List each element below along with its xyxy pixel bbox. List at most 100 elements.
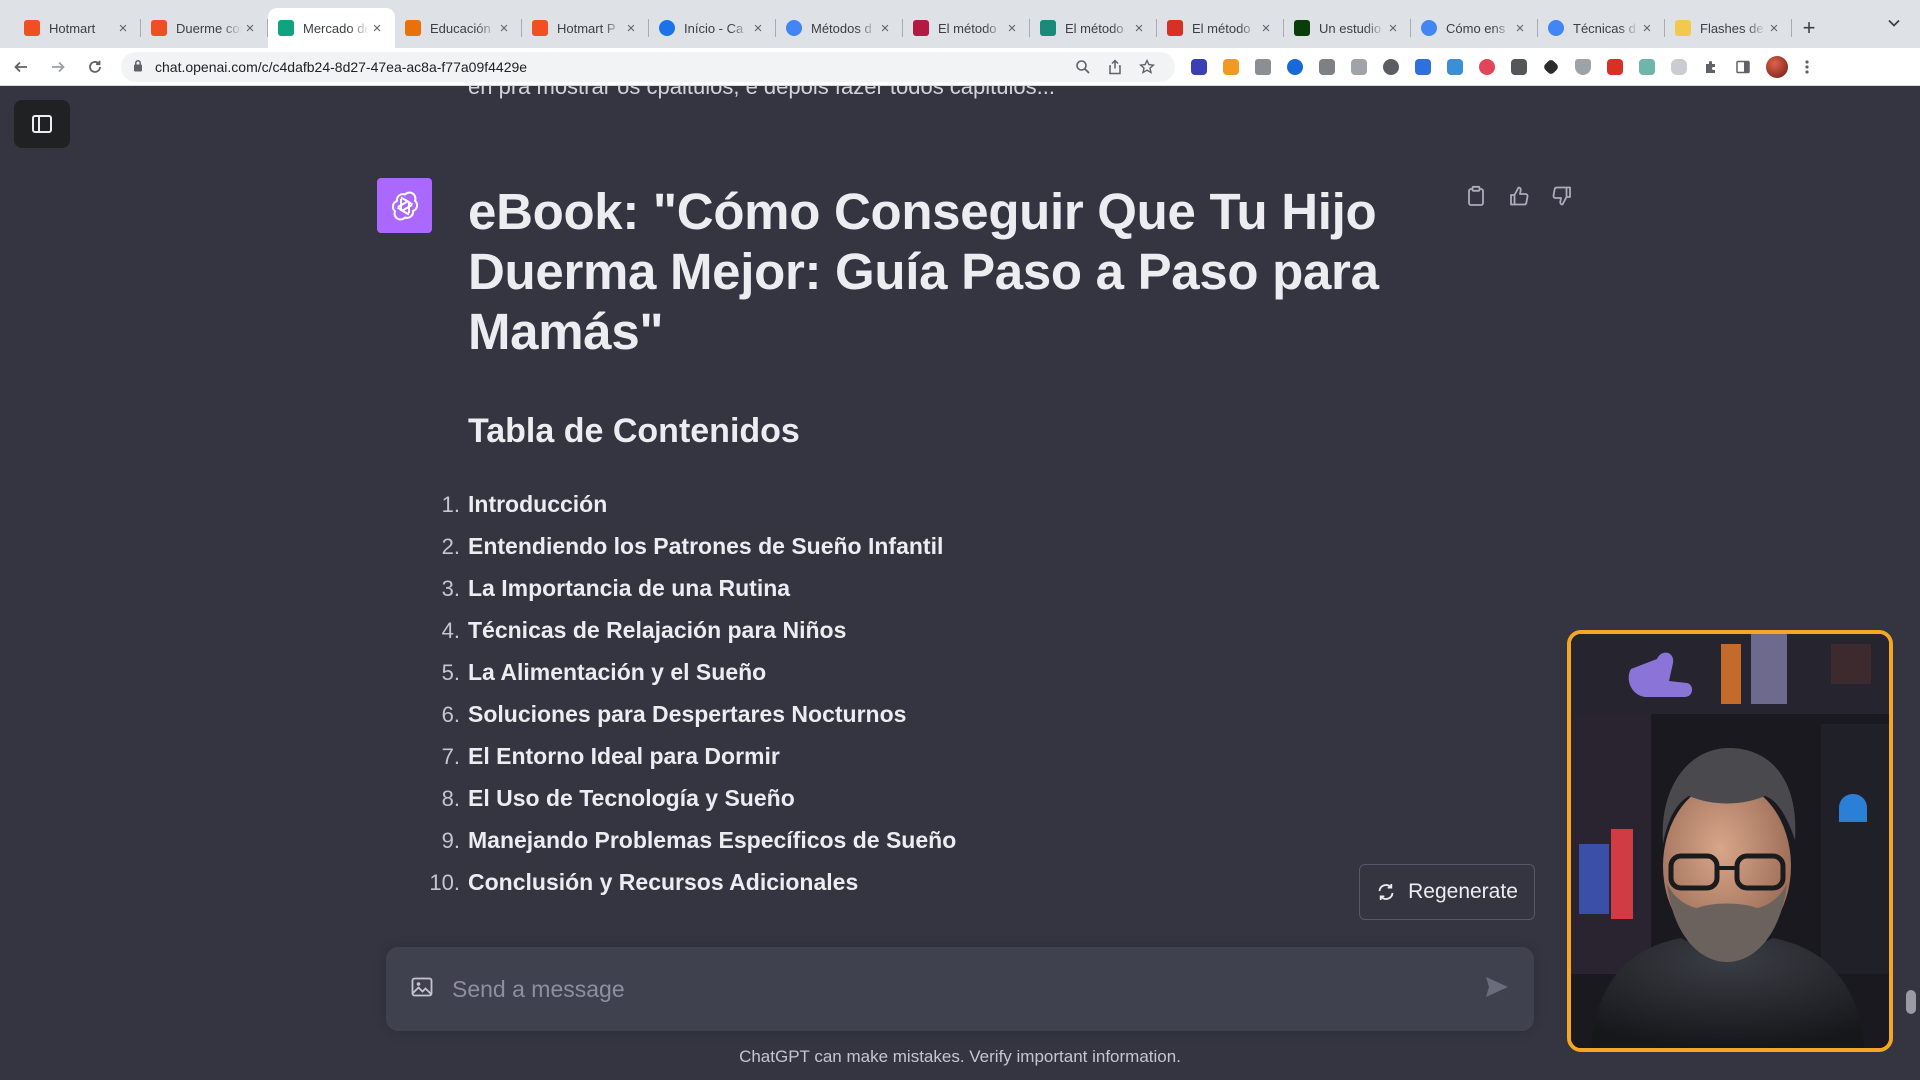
- tab-strip: Hotmart × Duerme con × Mercado de × Educación ×…: [0, 0, 1920, 48]
- extension-image-icon[interactable]: [1631, 53, 1663, 81]
- new-tab-button[interactable]: +: [1792, 8, 1826, 48]
- toc-number: 5.: [441, 660, 460, 685]
- browser-tab[interactable]: Hotmart P ×: [522, 8, 649, 48]
- browser-tab[interactable]: Início - Ca ×: [649, 8, 776, 48]
- extension-shield-icon[interactable]: [1567, 53, 1599, 81]
- extension-calendar-icon[interactable]: [1183, 53, 1215, 81]
- close-tab-icon[interactable]: ×: [115, 20, 131, 37]
- copy-icon[interactable]: [1462, 182, 1490, 210]
- tab-title: El método: [1192, 20, 1251, 36]
- image-upload-icon[interactable]: [410, 975, 434, 1004]
- hotmart-flame-icon: [151, 20, 167, 36]
- arrow-right-icon: [52, 61, 65, 72]
- message-input[interactable]: [452, 975, 1484, 1003]
- toc-item: 1. Introducción: [442, 483, 1408, 525]
- close-tab-icon[interactable]: ×: [1512, 20, 1528, 37]
- extension-mask-icon[interactable]: [1375, 53, 1407, 81]
- browser-tab[interactable]: Hotmart ×: [14, 8, 141, 48]
- tab-search-chevron-icon[interactable]: [1888, 14, 1900, 30]
- lock-icon[interactable]: [133, 59, 143, 75]
- extension-ds-icon[interactable]: [1215, 53, 1247, 81]
- regenerate-button[interactable]: Regenerate: [1359, 864, 1535, 920]
- toc-number: 1.: [441, 492, 460, 517]
- url-text[interactable]: chat.openai.com/c/c4dafb24-8d27-47ea-ac8…: [155, 59, 1067, 75]
- toc-text: Manejando Problemas Específicos de Sueño: [468, 826, 957, 853]
- chatgpt-avatar: [377, 178, 432, 233]
- tab-title: Hotmart: [49, 20, 96, 36]
- chatgpt-icon: [278, 20, 294, 36]
- browser-tab[interactable]: Educación ×: [395, 8, 522, 48]
- browser-tab[interactable]: Métodos d ×: [776, 8, 903, 48]
- close-tab-icon[interactable]: ×: [1766, 20, 1782, 37]
- toc-item: 2. Entendiendo los Patrones de Sueño Infa…: [442, 525, 1408, 567]
- extension-grid-icon[interactable]: [1311, 53, 1343, 81]
- extension-screen-icon[interactable]: [1439, 53, 1471, 81]
- toc-text: Soluciones para Despertares Nocturnos: [468, 700, 907, 727]
- close-tab-icon[interactable]: ×: [496, 20, 512, 37]
- browser-tab[interactable]: El método ×: [1030, 8, 1157, 48]
- toc-item: 9. Manejando Problemas Específicos de Sue…: [442, 819, 1408, 861]
- address-bar[interactable]: chat.openai.com/c/c4dafb24-8d27-47ea-ac8…: [121, 51, 1175, 82]
- toc-text: Técnicas de Relajación para Niños: [468, 616, 847, 643]
- browser-tab[interactable]: Mercado de ×: [268, 8, 395, 48]
- thumbs-up-icon[interactable]: [1505, 182, 1533, 210]
- extension-blue-circle-icon[interactable]: [1279, 53, 1311, 81]
- close-tab-icon[interactable]: ×: [1385, 20, 1401, 37]
- toc-number: 9.: [441, 828, 460, 853]
- back-button[interactable]: [5, 51, 37, 83]
- share-icon[interactable]: [1099, 53, 1131, 81]
- forward-button[interactable]: [42, 51, 74, 83]
- browser-menu-icon[interactable]: [1791, 53, 1823, 81]
- tab-title: Duerme con: [176, 20, 242, 36]
- extension-red-icon[interactable]: [1599, 53, 1631, 81]
- openai-logo-icon: [391, 191, 418, 220]
- thumbs-down-icon[interactable]: [1548, 182, 1576, 210]
- previous-user-message: en pra mostrar os cpaitulos, e depois fa…: [468, 86, 1055, 99]
- sidebar-toggle-button[interactable]: [14, 100, 70, 148]
- browser-tab[interactable]: El método ×: [1157, 8, 1284, 48]
- camera-icon[interactable]: [1247, 53, 1279, 81]
- tab-title: Educación: [430, 20, 491, 36]
- toc-text: El Uso de Tecnología y Sueño: [468, 784, 795, 811]
- trend-icon: [405, 20, 421, 36]
- extension-code-icon[interactable]: [1343, 53, 1375, 81]
- profile-avatar[interactable]: [1759, 53, 1791, 81]
- toc-item: 6. Soluciones para Despertares Nocturnos: [442, 693, 1408, 735]
- refresh-icon: [1378, 884, 1394, 900]
- toc-item: 8. El Uso de Tecnología y Sueño: [442, 777, 1408, 819]
- tab-title: Cómo ens: [1446, 20, 1506, 36]
- send-icon[interactable]: [1484, 975, 1510, 1004]
- extension-cursor-icon[interactable]: [1663, 53, 1695, 81]
- bookmark-star-icon[interactable]: [1131, 53, 1163, 81]
- close-tab-icon[interactable]: ×: [1639, 20, 1655, 37]
- scrollbar-thumb[interactable]: [1906, 990, 1916, 1014]
- extension-tag-icon[interactable]: [1407, 53, 1439, 81]
- browser-tab[interactable]: Un estudio ×: [1284, 8, 1411, 48]
- browser-tab[interactable]: Cómo ens ×: [1411, 8, 1538, 48]
- browser-tab[interactable]: Duerme con ×: [141, 8, 268, 48]
- toc-number: 2.: [441, 534, 460, 559]
- toc-item: 5. La Alimentación y el Sueño: [442, 651, 1408, 693]
- reload-button[interactable]: [79, 51, 111, 83]
- close-tab-icon[interactable]: ×: [242, 20, 258, 37]
- toc-text: Introducción: [468, 490, 608, 517]
- close-tab-icon[interactable]: ×: [1258, 20, 1274, 37]
- extension-target-icon[interactable]: [1471, 53, 1503, 81]
- close-tab-icon[interactable]: ×: [750, 20, 766, 37]
- close-tab-icon[interactable]: ×: [623, 20, 639, 37]
- hotmart-flame-icon: [24, 20, 40, 36]
- browser-tab[interactable]: Flashes de ×: [1665, 8, 1792, 48]
- close-tab-icon[interactable]: ×: [369, 20, 385, 37]
- side-panel-icon[interactable]: [1727, 53, 1759, 81]
- close-tab-icon[interactable]: ×: [877, 20, 893, 37]
- close-tab-icon[interactable]: ×: [1004, 20, 1020, 37]
- sidebar-icon: [32, 115, 52, 133]
- extension-keyboard-icon[interactable]: [1503, 53, 1535, 81]
- browser-tab[interactable]: El método ×: [903, 8, 1030, 48]
- close-tab-icon[interactable]: ×: [1131, 20, 1147, 37]
- zoom-icon[interactable]: [1067, 53, 1099, 81]
- tab-title: Início - Ca: [684, 20, 744, 36]
- extensions-puzzle-icon[interactable]: [1695, 53, 1727, 81]
- browser-tab[interactable]: Técnicas d ×: [1538, 8, 1665, 48]
- extension-pen-icon[interactable]: [1535, 53, 1567, 81]
